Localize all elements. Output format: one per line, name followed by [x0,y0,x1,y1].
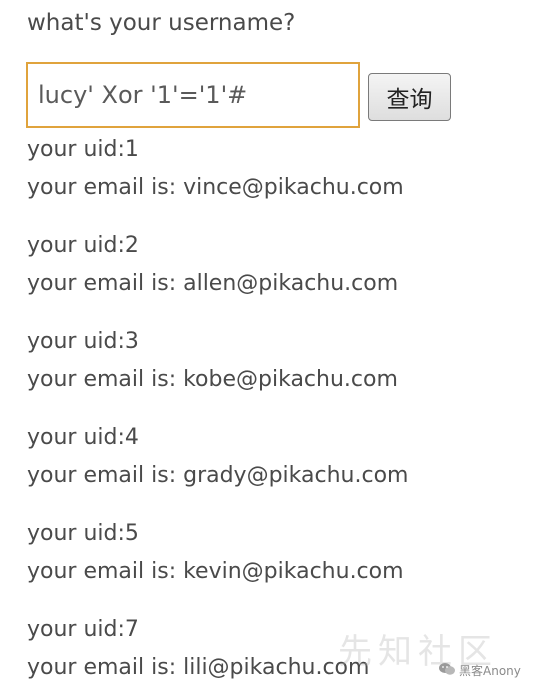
query-button[interactable]: 查询 [368,73,451,121]
result-item: your uid:5 your email is: kevin@pikachu.… [27,515,527,611]
result-uid: your uid:3 [27,329,139,354]
result-email: your email is: grady@pikachu.com [27,463,409,488]
result-uid: your uid:4 [27,425,139,450]
result-email: your email is: vince@pikachu.com [27,175,404,200]
result-uid: your uid:1 [27,137,139,162]
username-input[interactable] [26,62,360,128]
result-email: your email is: allen@pikachu.com [27,271,399,296]
results-list: your uid:1 your email is: vince@pikachu.… [27,131,527,692]
result-item: your uid:3 your email is: kobe@pikachu.c… [27,323,527,419]
wechat-account-badge: 黑客Anony [438,660,521,680]
result-item: your uid:2 your email is: allen@pikachu.… [27,227,527,323]
wechat-icon [438,662,459,679]
username-prompt-label: what's your username? [27,10,296,36]
result-email: your email is: kobe@pikachu.com [27,367,398,392]
result-uid: your uid:2 [27,233,139,258]
result-uid: your uid:5 [27,521,139,546]
result-item: your uid:4 your email is: grady@pikachu.… [27,419,527,515]
result-email: your email is: kevin@pikachu.com [27,559,404,584]
result-item: your uid:1 your email is: vince@pikachu.… [27,131,527,227]
wechat-account-name: 黑客Anony [459,663,521,678]
